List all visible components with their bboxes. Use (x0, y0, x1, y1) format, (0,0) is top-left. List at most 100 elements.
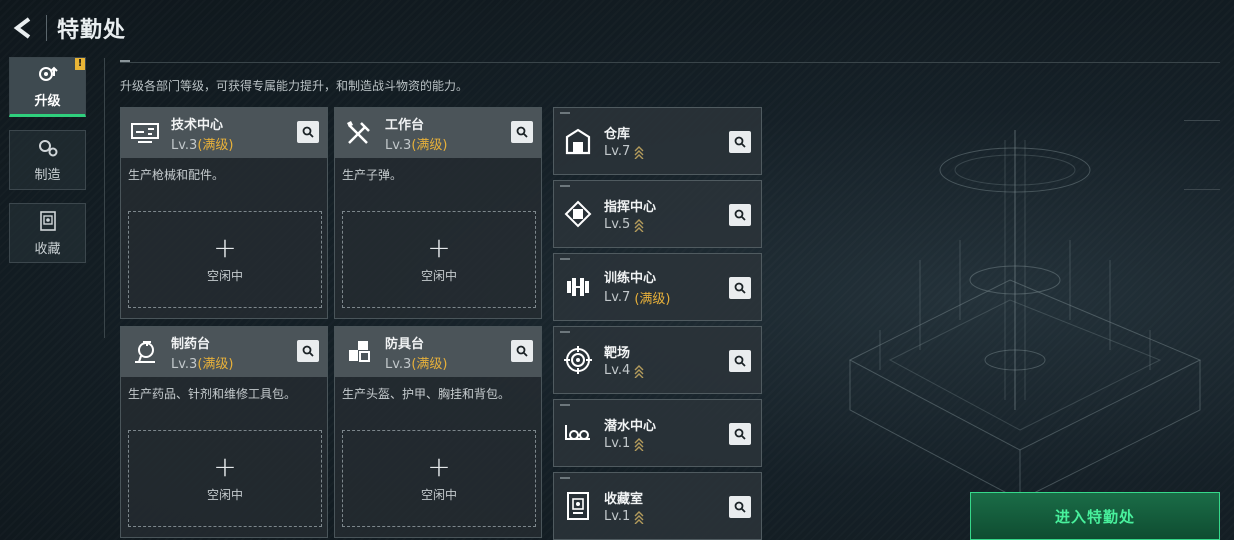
workstation-card-armor[interactable]: 防具台 Lv.3(满级) 生产头盔、护甲、胸挂和背包。 + 空闲中 (334, 326, 542, 538)
target-icon (562, 344, 594, 376)
upgrade-chevron-icon (634, 510, 644, 524)
facility-warehouse[interactable]: 仓库 Lv.7 (553, 107, 762, 175)
trophy-case-icon (562, 490, 594, 522)
facility-level: Lv.1 (604, 509, 644, 524)
workstation-level: Lv.3(满级) (171, 353, 234, 372)
production-slot[interactable]: + 空闲中 (342, 211, 536, 308)
facility-training-center[interactable]: 训练中心 Lv.7 (满级) (553, 253, 762, 321)
level-value: Lv.1 (604, 436, 631, 451)
inspect-button[interactable] (729, 496, 751, 518)
search-icon (734, 136, 746, 148)
workstation-description: 生产头盔、护甲、胸挂和背包。 (342, 387, 511, 401)
inspect-button[interactable] (297, 121, 319, 143)
workstation-name: 工作台 (385, 117, 425, 133)
search-icon (734, 428, 746, 440)
command-chip-icon (562, 198, 594, 230)
back-button[interactable] (10, 13, 36, 43)
facility-level: Lv.1 (604, 436, 656, 451)
inspect-button[interactable] (729, 131, 751, 153)
workstation-card-tech-center[interactable]: 技术中心 Lv.3(满级) 生产枪械和配件。 + 空闲中 (120, 107, 328, 319)
warehouse-icon (562, 125, 594, 157)
facility-level: Lv.7 (604, 144, 644, 159)
facility-shooting-range[interactable]: 靶场 Lv.4 (553, 326, 762, 394)
armor-icon (343, 336, 375, 368)
upgrade-chevron-icon (634, 437, 644, 451)
facility-name: 收藏室 (604, 492, 644, 507)
workstation-name: 制药台 (171, 336, 211, 352)
facility-name: 训练中心 (604, 271, 657, 286)
add-plus-icon: + (213, 231, 237, 264)
workstation-level: Lv.3(满级) (385, 134, 448, 153)
craft-gears-icon (38, 139, 57, 156)
slot-status: 空闲中 (420, 488, 457, 502)
workstation-description: 生产枪械和配件。 (128, 168, 225, 182)
workstation-header: 防具台 Lv.3(满级) (335, 327, 541, 377)
workstation-card-workbench[interactable]: 工作台 Lv.3(满级) 生产子弹。 + 空闲中 (334, 107, 542, 319)
nav-item-collection[interactable]: 收藏 (9, 203, 86, 263)
facility-level: Lv.5 (604, 217, 656, 232)
search-icon (734, 282, 746, 294)
level-value: Lv.3 (171, 356, 198, 372)
max-tag: (满级) (411, 356, 448, 372)
guide-line-tick (120, 60, 130, 62)
max-tag: (满级) (634, 292, 671, 307)
inspect-button[interactable] (511, 340, 533, 362)
inspect-button[interactable] (729, 204, 751, 226)
workstation-header: 制药台 Lv.3(满级) (121, 327, 327, 377)
slot-status: 空闲中 (206, 488, 243, 502)
inspect-button[interactable] (511, 121, 533, 143)
production-slot[interactable]: + 空闲中 (128, 211, 322, 308)
level-value: Lv.1 (604, 509, 631, 524)
workstation-description: 生产子弹。 (342, 168, 403, 182)
page-title: 特勤处 (57, 18, 127, 43)
workstation-level: Lv.3(满级) (171, 134, 234, 153)
nav-item-craft[interactable]: 制造 (9, 130, 86, 190)
production-slot[interactable]: + 空闲中 (342, 430, 536, 527)
guide-line-vertical (104, 58, 105, 338)
search-icon (734, 355, 746, 367)
level-value: Lv.3 (385, 356, 412, 372)
upgrade-chevron-icon (634, 364, 644, 378)
search-icon (516, 345, 528, 357)
workstation-name: 技术中心 (171, 117, 224, 133)
guide-line-horizontal (120, 62, 1220, 63)
inspect-button[interactable] (729, 423, 751, 445)
microscope-icon (129, 336, 161, 368)
tech-console-icon (129, 117, 161, 149)
nav-label: 升级 (34, 93, 61, 109)
inspect-button[interactable] (729, 277, 751, 299)
nav-label: 制造 (34, 167, 61, 183)
level-value: Lv.3 (171, 137, 198, 153)
facility-collection-room[interactable]: 收藏室 Lv.1 (553, 472, 762, 540)
inspect-button[interactable] (297, 340, 319, 362)
workstation-card-pharmacy[interactable]: 制药台 Lv.3(满级) 生产药品、针剂和维修工具包。 + 空闲中 (120, 326, 328, 538)
section-description: 升级各部门等级，可获得专属能力提升，和制造战斗物资的能力。 (120, 79, 469, 93)
level-value: Lv.5 (604, 217, 631, 232)
inspect-button[interactable] (729, 350, 751, 372)
nav-item-upgrade[interactable]: ! 升级 (9, 57, 86, 117)
search-icon (734, 209, 746, 221)
workstation-level: Lv.3(满级) (385, 353, 448, 372)
facility-diving-center[interactable]: 潜水中心 Lv.1 (553, 399, 762, 467)
workstation-name: 防具台 (385, 336, 425, 352)
max-tag: (满级) (197, 137, 234, 153)
production-slot[interactable]: + 空闲中 (128, 430, 322, 527)
decorative-frame (1184, 120, 1220, 190)
facility-name: 靶场 (604, 346, 631, 361)
level-value: Lv.3 (385, 137, 412, 153)
max-tag: (满级) (197, 356, 234, 372)
diving-mask-icon (562, 417, 594, 449)
upgrade-chevron-icon (634, 218, 644, 232)
facility-name: 仓库 (604, 127, 631, 142)
base-blueprint-illustration (848, 130, 1202, 501)
workstation-header: 技术中心 Lv.3(满级) (121, 108, 327, 158)
enter-base-button[interactable]: 进入特勤处 (970, 492, 1220, 540)
dumbbell-icon (562, 271, 594, 303)
level-value: Lv.4 (604, 363, 631, 378)
enter-base-label: 进入特勤处 (1054, 507, 1135, 526)
facility-command-center[interactable]: 指挥中心 Lv.5 (553, 180, 762, 248)
level-value: Lv.7 (604, 144, 631, 159)
slot-status: 空闲中 (206, 269, 243, 283)
facility-level: Lv.7 (满级) (604, 288, 671, 307)
notification-badge: ! (75, 58, 85, 70)
